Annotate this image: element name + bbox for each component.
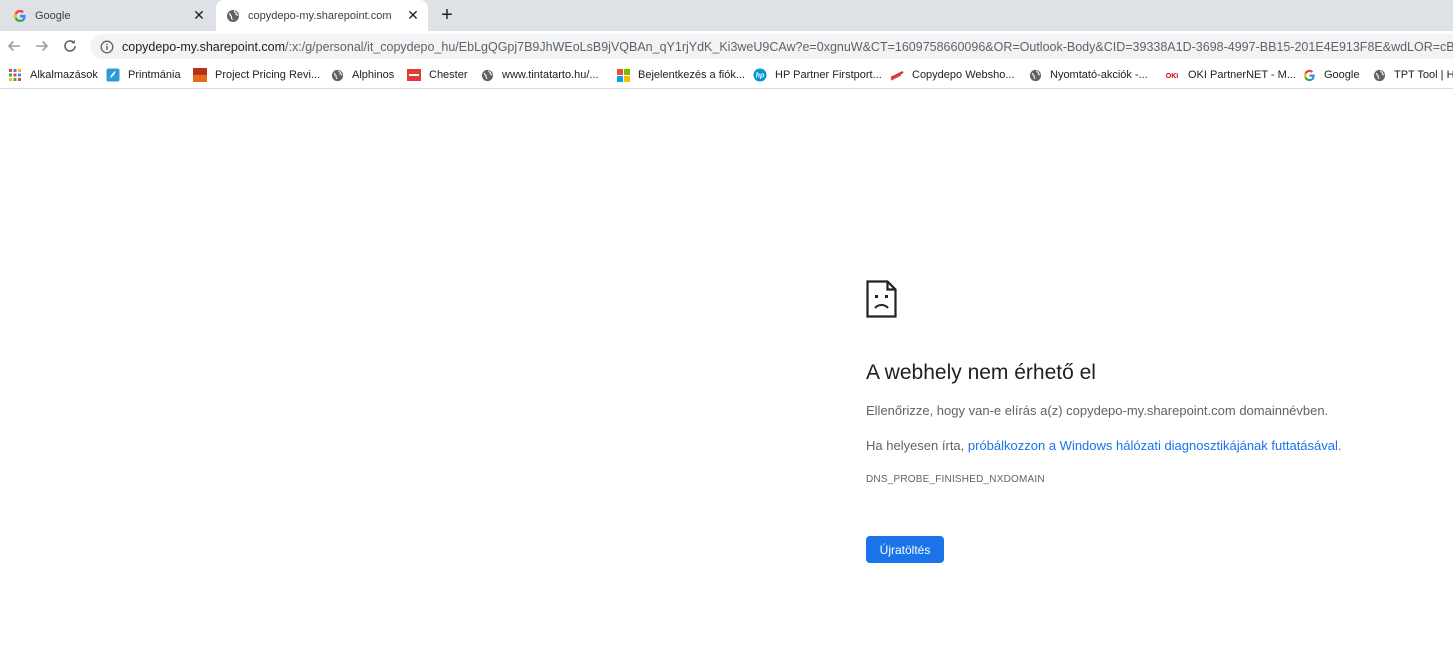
back-arrow-icon[interactable] xyxy=(4,36,24,56)
bookmark-tpt-tool[interactable]: TPT Tool | HP xyxy=(1372,67,1453,83)
globe-icon xyxy=(330,68,344,82)
forward-arrow-icon[interactable] xyxy=(32,36,52,56)
bookmark-nyomtato-akciok[interactable]: Nyomtató-akciók -... xyxy=(1028,67,1148,83)
oki-icon: OKI xyxy=(1164,68,1180,82)
project-pricing-icon xyxy=(193,68,207,82)
address-bar[interactable]: copydepo-my.sharepoint.com/:x:/g/persona… xyxy=(90,34,1453,59)
bookmark-label: Google xyxy=(1324,69,1360,81)
bookmark-chester[interactable]: Chester xyxy=(407,67,468,83)
bookmark-hp-partner[interactable]: hp HP Partner Firstport... xyxy=(753,67,882,83)
bookmarks-bar: Alkalmazások Printmánia Project Pricing … xyxy=(0,61,1453,89)
diagnostics-prefix: Ha helyesen írta, xyxy=(866,438,968,453)
svg-text:hp: hp xyxy=(756,73,765,80)
copydepo-icon xyxy=(890,68,904,82)
bookmark-label: OKI PartnerNET - M... xyxy=(1188,69,1296,81)
error-message-diagnostics: Ha helyesen írta, próbálkozzon a Windows… xyxy=(866,438,1342,453)
bookmark-label: www.tintatarto.hu/... xyxy=(502,69,599,81)
tab-sharepoint[interactable]: copydepo-my.sharepoint.com ✕ xyxy=(216,0,428,31)
tab-strip: Google ✕ copydepo-my.sharepoint.com ✕ + xyxy=(0,0,1453,31)
bookmark-label: Copydepo Websho... xyxy=(912,69,1015,81)
sad-document-icon xyxy=(866,280,897,318)
svg-text:OKI: OKI xyxy=(1166,73,1179,79)
reload-icon[interactable] xyxy=(60,36,80,56)
bookmark-apps[interactable]: Alkalmazások xyxy=(8,67,98,83)
error-code: DNS_PROBE_FINISHED_NXDOMAIN xyxy=(866,474,1045,485)
globe-icon xyxy=(1028,68,1042,82)
reload-button[interactable]: Újratöltés xyxy=(866,536,944,563)
close-icon[interactable]: ✕ xyxy=(404,7,422,25)
bookmark-label: TPT Tool | HP xyxy=(1394,69,1453,81)
info-icon[interactable] xyxy=(100,40,114,54)
google-g-icon xyxy=(1302,68,1316,82)
google-g-icon xyxy=(13,9,27,23)
network-diagnostics-link[interactable]: próbálkozzon a Windows hálózati diagnosz… xyxy=(968,438,1338,453)
bookmark-label: Alkalmazások xyxy=(30,69,98,81)
bookmark-label: HP Partner Firstport... xyxy=(775,69,882,81)
bookmark-microsoft-login[interactable]: Bejelentkezés a fiók... xyxy=(616,67,745,83)
bookmark-label: Alphinos xyxy=(352,69,395,81)
printmania-icon xyxy=(106,68,120,82)
microsoft-icon xyxy=(616,68,630,82)
globe-icon xyxy=(480,68,494,82)
bookmark-tintatarto[interactable]: www.tintatarto.hu/... xyxy=(480,67,599,83)
bookmark-label: Nyomtató-akciók -... xyxy=(1050,69,1148,81)
hp-icon: hp xyxy=(753,68,767,82)
new-tab-plus-icon[interactable]: + xyxy=(437,4,457,26)
bookmark-project-pricing[interactable]: Project Pricing Revi... xyxy=(193,67,320,83)
bookmark-oki-partnernet[interactable]: OKI OKI PartnerNET - M... xyxy=(1164,67,1296,83)
bookmark-copydepo-webshop[interactable]: Copydepo Websho... xyxy=(890,67,1015,83)
tab-title: copydepo-my.sharepoint.com xyxy=(248,9,392,22)
bookmark-label: Bejelentkezés a fiók... xyxy=(638,69,746,81)
bookmark-printmania[interactable]: Printmánia xyxy=(106,67,181,83)
bookmark-google[interactable]: Google xyxy=(1302,67,1359,83)
tab-title: Google xyxy=(35,9,71,22)
chester-icon xyxy=(407,68,421,82)
url-text: copydepo-my.sharepoint.com/:x:/g/persona… xyxy=(122,39,1453,54)
bookmark-alphinos[interactable]: Alphinos xyxy=(330,67,394,83)
globe-icon xyxy=(1372,68,1386,82)
error-title: A webhely nem érhető el xyxy=(866,361,1096,384)
bookmark-label: Chester xyxy=(429,69,468,81)
diagnostics-suffix: . xyxy=(1337,438,1342,453)
toolbar: copydepo-my.sharepoint.com/:x:/g/persona… xyxy=(0,31,1453,61)
close-icon[interactable]: ✕ xyxy=(190,7,208,25)
bookmark-label: Printmánia xyxy=(128,69,181,81)
tab-google[interactable]: Google ✕ xyxy=(0,0,214,31)
globe-icon xyxy=(226,9,240,23)
apps-grid-icon xyxy=(8,68,22,82)
error-message-typo: Ellenőrizze, hogy van-e elírás a(z) copy… xyxy=(866,403,1329,418)
bookmark-label: Project Pricing Revi... xyxy=(215,69,321,81)
